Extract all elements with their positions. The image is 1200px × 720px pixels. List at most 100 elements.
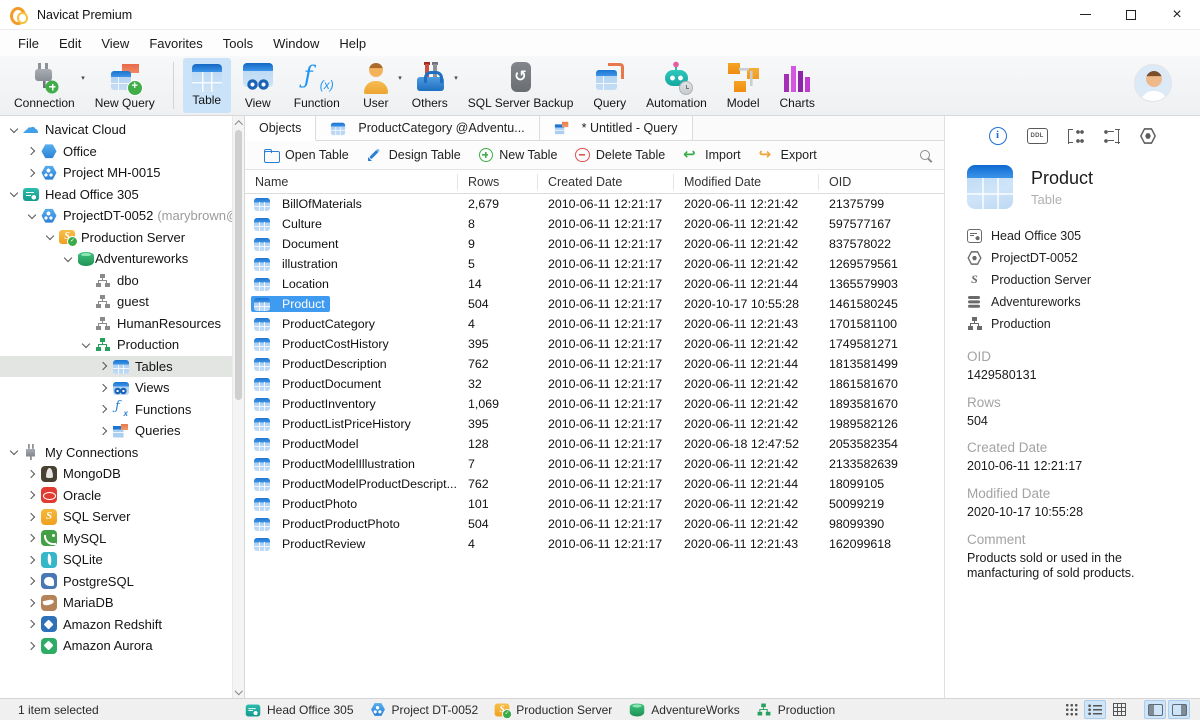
status-path-adventureworks[interactable]: AdventureWorks [628,702,740,718]
menu-view[interactable]: View [91,33,139,54]
chevron-icon[interactable] [80,274,92,286]
sidebar-item-sqlite[interactable]: SQLite [0,549,244,571]
sidebar-item-tables[interactable]: Tables [0,355,244,377]
rel1-icon[interactable] [1067,128,1084,144]
menu-help[interactable]: Help [329,33,376,54]
table-name-chip[interactable]: ProductListPriceHistory [251,416,416,433]
toolbar-button-automation[interactable]: Automation [637,58,716,113]
close-button[interactable]: × [1154,0,1200,29]
column-header-oid[interactable]: OID [819,174,944,190]
sidebar-item-mysql[interactable]: MySQL [0,528,244,550]
table-name-chip[interactable]: Product [251,295,330,313]
table-name-chip[interactable]: ProductCostHistory [251,336,394,353]
chevron-icon[interactable] [80,296,92,308]
objects-toolbar-new-table[interactable]: New Table [471,145,566,166]
scroll-up-icon[interactable] [236,120,242,126]
table-row-productproductphoto[interactable]: ProductProductPhoto 504 2010-06-11 12:21… [245,514,944,534]
sidebar-item-sql-server[interactable]: SQL Server [0,506,244,528]
table-row-productcategory[interactable]: ProductCategory 4 2010-06-11 12:21:17 20… [245,314,944,334]
table-name-chip[interactable]: Location [251,276,334,293]
toolbar-button-new-query[interactable]: New Query [86,58,164,113]
status-path-head-office-305[interactable]: Head Office 305 [245,703,354,717]
sidebar-item-postgresql[interactable]: PostgreSQL [0,571,244,593]
objects-toolbar-import[interactable]: Import [675,145,748,166]
status-path-production-server[interactable]: Production Server [494,703,612,719]
table-name-chip[interactable]: ProductReview [251,536,370,553]
user-avatar[interactable] [1134,64,1172,102]
sidebar-item-queries[interactable]: Queries [0,420,244,442]
sidebar-item-my-connections[interactable]: My Connections [0,442,244,464]
toolbar-button-query[interactable]: Query [584,58,635,113]
chevron-icon[interactable] [26,468,38,480]
status-path-project-dt-0052[interactable]: Project DT-0052 [370,702,478,717]
toolbar-button-others[interactable]: ▾ Others [403,58,458,113]
minimize-button[interactable] [1062,0,1108,29]
chevron-icon[interactable] [80,317,92,329]
toolbar-button-model[interactable]: Model [718,58,769,113]
sidebar-item-production-server[interactable]: Production Server [0,227,244,249]
table-row-document[interactable]: Document 9 2010-06-11 12:21:17 2020-06-1… [245,234,944,254]
info-icon[interactable] [988,127,1007,145]
table-name-chip[interactable]: Document [251,236,343,253]
detail-view-toggle[interactable] [1108,700,1130,719]
hexx-icon[interactable] [1140,128,1156,144]
right-panel-toggle[interactable] [1168,700,1190,719]
sidebar-item-mariadb[interactable]: MariaDB [0,592,244,614]
menu-edit[interactable]: Edit [49,33,91,54]
objects-toolbar-export[interactable]: Export [751,145,825,166]
chevron-icon[interactable] [26,167,38,179]
sidebar-item-dbo[interactable]: dbo [0,270,244,292]
chevron-icon[interactable] [26,489,38,501]
sidebar-item-project-mh-0015[interactable]: Project MH-0015 [0,162,244,184]
chevron-icon[interactable] [26,511,38,523]
objects-toolbar-delete-table[interactable]: Delete Table [567,145,673,166]
chevron-icon[interactable] [62,253,74,265]
chevron-icon[interactable] [26,575,38,587]
table-name-chip[interactable]: BillOfMaterials [251,196,367,213]
dropdown-arrow-icon[interactable]: ▾ [81,74,85,82]
table-row-productcosthistory[interactable]: ProductCostHistory 395 2010-06-11 12:21:… [245,334,944,354]
scrollbar-thumb[interactable] [235,130,242,400]
sidebar-scrollbar[interactable] [232,116,244,698]
menu-favorites[interactable]: Favorites [139,33,212,54]
tab-objects[interactable]: Objects [245,116,317,141]
sidebar-item-humanresources[interactable]: HumanResources [0,313,244,335]
chevron-icon[interactable] [80,339,92,351]
chevron-icon[interactable] [98,425,110,437]
table-row-illustration[interactable]: illustration 5 2010-06-11 12:21:17 2020-… [245,254,944,274]
list-view-toggle[interactable] [1084,700,1106,719]
toolbar-button-table[interactable]: Table [182,58,231,113]
table-name-chip[interactable]: ProductModelIllustration [251,456,420,473]
table-row-productmodel[interactable]: ProductModel 128 2010-06-11 12:21:17 202… [245,434,944,454]
objects-toolbar-design-table[interactable]: Design Table [359,145,469,166]
sidebar-item-views[interactable]: Views [0,377,244,399]
sidebar-item-production[interactable]: Production [0,334,244,356]
dropdown-arrow-icon[interactable]: ▾ [454,74,458,82]
table-name-chip[interactable]: ProductInventory [251,396,381,413]
chevron-icon[interactable] [26,210,38,222]
sidebar-item-projectdt-0052[interactable]: ProjectDT-0052 (marybrown@ [0,205,244,227]
menu-tools[interactable]: Tools [213,33,263,54]
table-name-chip[interactable]: Culture [251,216,327,233]
sidebar-item-functions[interactable]: Functions [0,399,244,421]
tab-productcategory-adventu[interactable]: ProductCategory @Adventu... [316,116,540,141]
table-row-productinventory[interactable]: ProductInventory 1,069 2010-06-11 12:21:… [245,394,944,414]
table-name-chip[interactable]: ProductProductPhoto [251,516,405,533]
column-header-modified-date[interactable]: Modified Date [674,173,819,190]
dropdown-arrow-icon[interactable]: ▾ [398,74,402,82]
table-row-culture[interactable]: Culture 8 2010-06-11 12:21:17 2020-06-11… [245,214,944,234]
column-header-created-date[interactable]: Created Date [538,173,674,190]
chevron-icon[interactable] [8,124,20,136]
table-name-chip[interactable]: ProductPhoto [251,496,362,513]
table-row-productdescription[interactable]: ProductDescription 762 2010-06-11 12:21:… [245,354,944,374]
table-row-productlistpricehistory[interactable]: ProductListPriceHistory 395 2010-06-11 1… [245,414,944,434]
toolbar-button-charts[interactable]: Charts [770,58,823,113]
chevron-icon[interactable] [26,532,38,544]
sidebar-item-guest[interactable]: guest [0,291,244,313]
table-row-productphoto[interactable]: ProductPhoto 101 2010-06-11 12:21:17 202… [245,494,944,514]
chevron-icon[interactable] [8,188,20,200]
toolbar-button-connection[interactable]: ▾ Connection [5,58,85,113]
chevron-icon[interactable] [98,382,110,394]
toolbar-button-function[interactable]: Function [285,58,349,113]
table-row-billofmaterials[interactable]: BillOfMaterials 2,679 2010-06-11 12:21:1… [245,194,944,214]
